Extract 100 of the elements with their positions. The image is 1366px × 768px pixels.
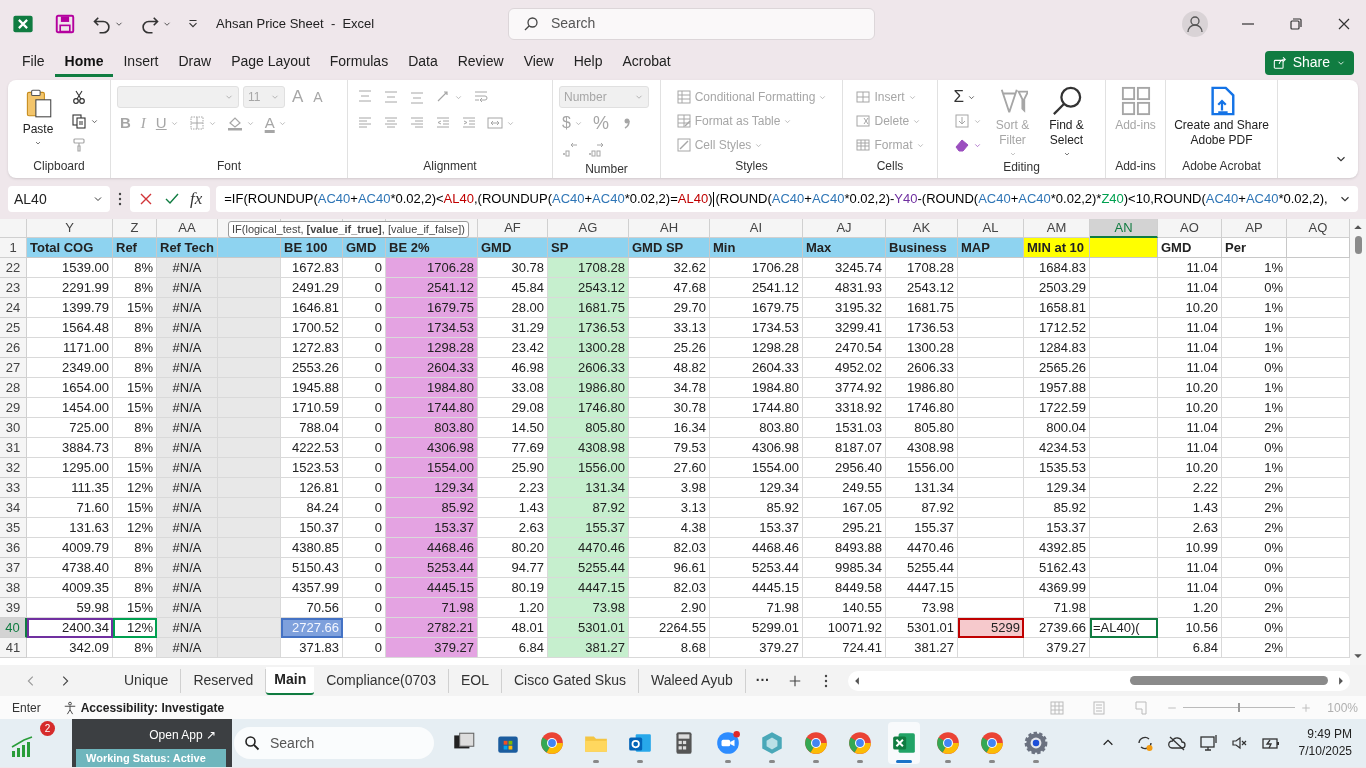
row-header[interactable]: 27 bbox=[0, 358, 27, 378]
cancel-icon[interactable] bbox=[138, 191, 154, 207]
ribbon-button[interactable]: Σ bbox=[950, 86, 979, 108]
menu-tab[interactable]: Page Layout bbox=[221, 48, 320, 77]
network-icon[interactable] bbox=[1198, 733, 1219, 753]
running-indicator bbox=[945, 760, 951, 763]
table-cell: 10.20 bbox=[1158, 458, 1222, 478]
row-header[interactable]: 26 bbox=[0, 338, 27, 358]
row-header[interactable]: 31 bbox=[0, 438, 27, 458]
taskbar-search-field[interactable]: Search bbox=[234, 727, 434, 759]
menu-tab[interactable]: Acrobat bbox=[612, 48, 681, 77]
menu-tab[interactable]: Formulas bbox=[319, 48, 399, 77]
table-cell: 167.05 bbox=[803, 498, 886, 518]
table-cell: #N/A bbox=[157, 438, 218, 458]
running-indicator bbox=[989, 760, 995, 763]
table-cell: #N/A bbox=[157, 578, 218, 598]
row-header[interactable]: 38 bbox=[0, 578, 27, 598]
more-options-icon[interactable] bbox=[823, 673, 828, 688]
sheet-tab[interactable]: Cisco Gated Skus bbox=[501, 668, 639, 693]
table-cell bbox=[1090, 498, 1158, 518]
open-app-link[interactable]: Open App ↗ bbox=[149, 726, 216, 744]
row-header[interactable]: 35 bbox=[0, 518, 27, 538]
row-header[interactable]: 1 bbox=[0, 238, 27, 258]
table-cell bbox=[218, 458, 281, 478]
fill-down-icon bbox=[953, 113, 970, 129]
table-cell: 1300.28 bbox=[548, 338, 629, 358]
vertical-scrollbar[interactable] bbox=[1350, 219, 1366, 665]
menu-tab[interactable]: Data bbox=[398, 48, 448, 77]
table-cell: 1654.00 bbox=[27, 378, 113, 398]
row-header[interactable]: 24 bbox=[0, 298, 27, 318]
add-sheet-icon[interactable] bbox=[787, 673, 802, 688]
row-header[interactable]: 34 bbox=[0, 498, 27, 518]
ribbon-button[interactable]: Create and Share Adobe PDF bbox=[1167, 86, 1276, 148]
formula-field[interactable]: =IF(ROUNDUP(AC40+AC40*0.02,2)<AL40,(ROUNDUP(AC40+AC40*0.02,2)=AL40) (ROUND(AC40+AC40*0.02,2)-Y40-(ROUND(AC40+AC40*0.02,2)*Z40)<10,ROUND(AC40+AC40*0.02,2), bbox=[216, 186, 1358, 212]
row-header[interactable]: 41 bbox=[0, 638, 27, 658]
table-cell bbox=[958, 478, 1024, 498]
table-cell: 5301.01 bbox=[548, 618, 629, 638]
table-cell: 2% bbox=[1222, 418, 1287, 438]
ribbon-button[interactable]: Find & Select bbox=[1040, 86, 1093, 158]
table-cell: 33.13 bbox=[629, 318, 710, 338]
save-icon[interactable] bbox=[54, 12, 76, 35]
scrollbar-thumb[interactable] bbox=[1354, 236, 1362, 254]
row-header[interactable]: 33 bbox=[0, 478, 27, 498]
restore-icon[interactable] bbox=[1288, 15, 1304, 32]
scrollbar-thumb[interactable] bbox=[1130, 676, 1328, 685]
row-header[interactable]: 29 bbox=[0, 398, 27, 418]
insert-function-button[interactable]: fx bbox=[190, 186, 203, 212]
sheet-tab[interactable]: EOL bbox=[448, 668, 502, 693]
sheet-tab[interactable]: Unique bbox=[112, 668, 182, 693]
running-indicator bbox=[813, 760, 819, 763]
clock-time[interactable]: 9:49 PM bbox=[1307, 726, 1352, 743]
menu-tab[interactable]: Draw bbox=[168, 48, 222, 77]
menu-tab[interactable]: Insert bbox=[113, 48, 169, 77]
name-box[interactable]: AL40 bbox=[8, 186, 110, 212]
table-cell bbox=[1090, 358, 1158, 378]
accessibility-button[interactable]: Accessibility: Investigate bbox=[62, 698, 225, 717]
row-header[interactable]: 32 bbox=[0, 458, 27, 478]
table-cell: 1454.00 bbox=[27, 398, 113, 418]
row-header[interactable]: 30 bbox=[0, 418, 27, 438]
row-header[interactable]: 22 bbox=[0, 258, 27, 278]
row-header[interactable]: 36 bbox=[0, 538, 27, 558]
row-header[interactable]: 40 bbox=[0, 618, 27, 638]
account-avatar-icon[interactable] bbox=[1182, 10, 1208, 37]
row-header[interactable]: 39 bbox=[0, 598, 27, 618]
row-header[interactable]: 37 bbox=[0, 558, 27, 578]
align-left-icon bbox=[357, 115, 373, 131]
slider-thumb[interactable] bbox=[1238, 703, 1241, 712]
table-cell bbox=[218, 358, 281, 378]
group-label: Editing bbox=[1002, 159, 1041, 176]
menu-tab[interactable]: File bbox=[12, 48, 55, 77]
column-header[interactable]: AN bbox=[1090, 219, 1158, 238]
search-field[interactable]: Search bbox=[508, 7, 875, 40]
table-cell: 1554.00 bbox=[710, 458, 803, 478]
horizontal-scrollbar[interactable] bbox=[847, 670, 1350, 691]
table-cell: 1171.00 bbox=[27, 338, 113, 358]
share-button[interactable]: Share bbox=[1264, 50, 1354, 75]
more-options-icon[interactable] bbox=[118, 192, 122, 206]
menu-tab[interactable]: Help bbox=[563, 48, 613, 77]
table-cell: Min bbox=[710, 238, 803, 258]
table-cell: SP bbox=[548, 238, 629, 258]
table-cell: 800.04 bbox=[1024, 418, 1090, 438]
sheet-tab[interactable]: Compliance(0703 bbox=[314, 668, 449, 693]
table-cell: 73.98 bbox=[548, 598, 629, 618]
sheet-tab[interactable]: Waleed Ayub bbox=[639, 668, 746, 693]
row-header[interactable]: 28 bbox=[0, 378, 27, 398]
clock-date[interactable]: 7/10/2025 bbox=[1298, 743, 1352, 760]
enter-check-icon[interactable] bbox=[164, 191, 180, 207]
row-header[interactable]: 25 bbox=[0, 318, 27, 338]
menu-tab[interactable]: Review bbox=[447, 48, 514, 77]
ribbon-button[interactable]: Paste bbox=[16, 86, 60, 147]
menu-tab[interactable]: Home bbox=[54, 48, 114, 77]
menu-tab[interactable]: View bbox=[513, 48, 564, 77]
more-sheets-button[interactable]: ··· bbox=[745, 670, 780, 691]
mute-icon[interactable] bbox=[1230, 734, 1249, 752]
sheet-tab[interactable]: Main bbox=[266, 666, 315, 695]
table-cell[interactable]: =AL40)( bbox=[1090, 618, 1158, 638]
table-cell: 4222.53 bbox=[281, 438, 343, 458]
decrease-indent-icon bbox=[435, 115, 451, 131]
row-header[interactable]: 23 bbox=[0, 278, 27, 298]
table-cell: 131.63 bbox=[27, 518, 113, 538]
